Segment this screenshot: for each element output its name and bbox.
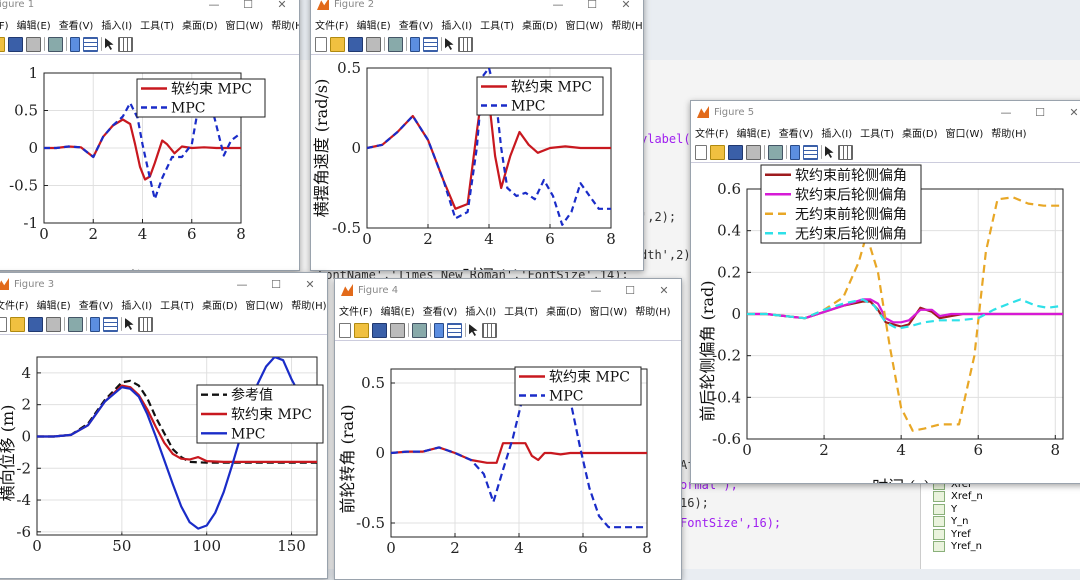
x-tick-label: 2	[450, 539, 460, 557]
y-tick-label: 0	[375, 444, 385, 462]
x-tick-label: 100	[192, 537, 221, 555]
chart-svg: 0246810.50-0.5-1软约束 MPCMPC时间 (s)侧向速度 (m/…	[9, 64, 266, 270]
x-tick-label: 0	[386, 539, 396, 557]
x-tick-label: 8	[642, 539, 652, 557]
legend-label: MPC	[171, 101, 205, 117]
x-tick-label: 50	[112, 537, 131, 555]
y-tick-label: 2	[21, 396, 31, 414]
variable-icon	[933, 541, 945, 553]
y-tick-label: -2	[16, 459, 31, 477]
x-tick-label: 4	[138, 225, 148, 243]
x-tick-label: 2	[819, 441, 829, 459]
y-tick-label: 0.5	[361, 374, 385, 392]
y-tick-label: 0.5	[14, 102, 38, 120]
y-tick-label: 1	[28, 64, 38, 82]
plot-area	[36, 356, 318, 536]
legend-label: 软约束前轮侧偏角	[795, 167, 907, 184]
x-tick-label: 4	[896, 441, 906, 459]
y-tick-label: -0.5	[9, 177, 38, 195]
y-tick-label: -0.6	[712, 430, 741, 448]
x-tick-label: 4	[484, 230, 494, 248]
x-tick-label: 0	[32, 537, 42, 555]
chart-svg: 0 2 4 6 80.50-0.5软约束 MPCMPC前轮转角 (rad)	[338, 366, 652, 557]
y-axis-label: 前轮转角 (rad)	[338, 404, 357, 513]
y-tick-label: 0.2	[717, 263, 741, 281]
y-tick-label: 0.6	[717, 180, 741, 198]
x-tick-label: 8	[1051, 441, 1061, 459]
x-tick-label: 0	[39, 225, 49, 243]
chart-svg: 0 2 4 6 80.60.40.20-0.2-0.4-0.6软约束前轮侧偏角软约束后轮…	[698, 164, 1064, 483]
y-tick-label: -0.5	[356, 514, 385, 532]
y-tick-label: 0	[351, 139, 361, 157]
figure-window-1[interactable]: Figure 1—☐✕文件(F)编辑(E)查看(V)插入(I)工具(T)桌面(D…	[0, 0, 300, 271]
y-axis-label: 横摆角速度 (rad/s)	[312, 79, 331, 218]
legend-label: 软约束 MPC	[549, 370, 630, 386]
variable-icon	[933, 516, 945, 528]
y-tick-label: 0	[731, 305, 741, 323]
variable-icon	[933, 503, 945, 515]
code-line: FontSize',16);	[680, 516, 782, 530]
y-tick-label: -0.5	[332, 219, 361, 237]
y-tick-label: 0	[21, 427, 31, 445]
legend-label: 软约束 MPC	[511, 80, 592, 96]
legend-label: 参考值	[231, 387, 273, 404]
y-tick-label: 0.4	[717, 222, 741, 240]
variable-icon	[933, 528, 945, 540]
y-tick-label: 4	[21, 364, 31, 382]
x-tick-label: 2	[88, 225, 98, 243]
x-axis-label: 时间 (s)	[120, 268, 178, 270]
workspace-variable[interactable]: Yref_n	[921, 541, 1080, 554]
chart-svg: 024680.50-0.5软约束 MPCMPC时间 (s)横摆角速度 (rad/…	[312, 59, 616, 270]
variable-icon	[933, 491, 945, 503]
legend-label: 软约束 MPC	[231, 407, 312, 423]
x-tick-label: 8	[606, 230, 616, 248]
legend-label: MPC	[549, 389, 583, 405]
y-axis-label: 横向位移 (m)	[0, 405, 17, 502]
legend-label: 无约束前轮侧偏角	[795, 206, 907, 223]
figure-window-5[interactable]: Figure 5— ☐ ✕ 文件(F) 编辑(E) 查看(V) 插入(I) 工具(T) 桌面(D…	[690, 100, 1080, 484]
x-tick-label: 6	[545, 230, 555, 248]
y-tick-label: -6	[16, 523, 31, 541]
code-line: ',2);	[640, 210, 677, 224]
figure-window-3[interactable]: Figure 3—☐✕文件(F)编辑(E)查看(V)插入(I)工具(T)桌面(D…	[0, 272, 328, 579]
x-axis-label: 时间 (s)	[872, 477, 930, 483]
y-tick-label: 0.5	[337, 59, 361, 77]
code-line: 16);	[680, 496, 709, 510]
x-tick-label: 0	[362, 230, 372, 248]
chart-svg: 0 50 100 150 4 2 0 -2 -4 -6 参考值软约束 MPC MPC 横向位移 (m)	[0, 356, 324, 555]
legend-label: 软约束后轮侧偏角	[795, 187, 907, 203]
y-axis-label: 前后轮侧偏角 (rad)	[698, 280, 717, 421]
x-tick-label: 2	[423, 230, 433, 248]
figure-window-4[interactable]: Figure 4— ☐ ✕ 文件(F) 编辑(E) 查看(V) 插入(I) 工具(T) 桌面(D…	[334, 278, 682, 580]
x-tick-label: 4	[514, 539, 524, 557]
workspace-panel: Xref Xref_n Y Y_n Yref Yref_n	[920, 478, 1080, 569]
workspace-variable[interactable]: Xref_n	[921, 491, 1080, 504]
x-tick-label: 6	[187, 225, 197, 243]
y-tick-label: 0	[28, 139, 38, 157]
x-tick-label: 6	[578, 539, 588, 557]
legend-label: MPC	[511, 99, 545, 115]
y-tick-label: -4	[16, 491, 31, 509]
legend-label: MPC	[231, 426, 265, 442]
legend-label: 软约束 MPC	[171, 82, 252, 98]
workspace-variable[interactable]: Y	[921, 503, 1080, 516]
workspace-variable[interactable]: Yref	[921, 528, 1080, 541]
x-tick-label: 8	[236, 225, 246, 243]
workspace-variable[interactable]: Y_n	[921, 516, 1080, 529]
x-axis-label: 时间 (s)	[462, 266, 520, 270]
x-tick-label: 0	[742, 441, 752, 459]
figure-window-2[interactable]: Figure 2— ☐ ✕ 文件(F) 编辑(E) 查看(V) 插入(I) 工具(T) 桌面(D…	[310, 0, 644, 271]
legend-label: 无约束后轮侧偏角	[795, 226, 907, 242]
x-tick-label: 150	[277, 537, 306, 555]
y-tick-label: -1	[23, 214, 38, 232]
x-tick-label: 6	[973, 441, 983, 459]
